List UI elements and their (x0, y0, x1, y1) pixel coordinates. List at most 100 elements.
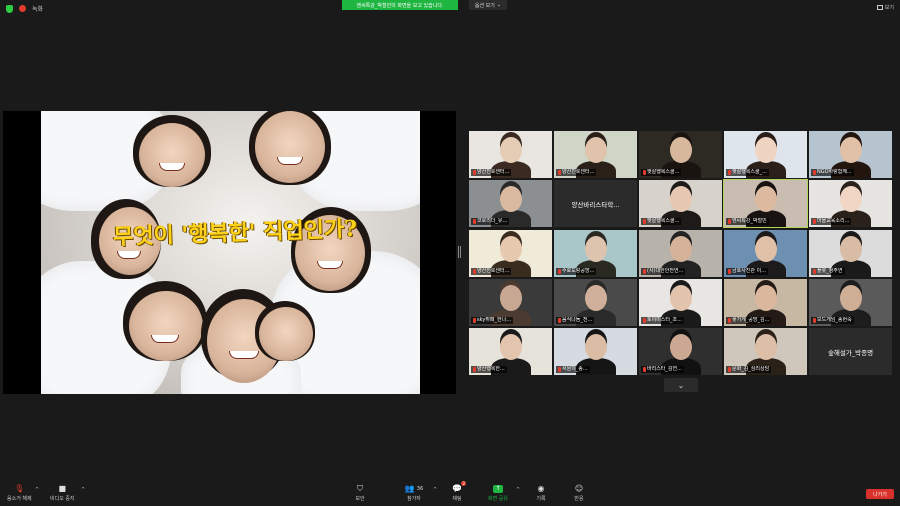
stop-video-label: 비디오 중지 (50, 496, 75, 502)
participant-video (500, 334, 522, 360)
mic-muted-icon (558, 269, 561, 274)
participant-tile[interactable]: 햇살행복스쿨_... (724, 131, 807, 178)
participant-tile[interactable]: 코로리더_유... (469, 180, 552, 227)
participant-tile[interactable]: 햇살행복스쿨... (639, 180, 722, 227)
participant-name-text: NGO하랑함께... (817, 169, 852, 175)
recording-label: 녹화 (32, 6, 44, 13)
participant-video (585, 137, 607, 163)
participants-label: 참가자 (407, 496, 421, 502)
participant-tile[interactable]: 바리스타_김연... (639, 328, 722, 375)
chat-button[interactable]: 💬 2 채팅 (452, 481, 466, 502)
participant-name: 햇살행복스쿨... (641, 169, 682, 176)
participant-name: 양산진로센터... (471, 268, 512, 275)
chat-icon: 💬 2 (452, 481, 466, 493)
participant-video (585, 334, 607, 360)
participant-name: 햇살행복스쿨_... (726, 169, 769, 176)
share-screen-button[interactable]: ↑ 화면 공유 (488, 484, 508, 502)
shield-icon[interactable] (6, 4, 13, 13)
security-button[interactable]: ⛉ 보안 (355, 483, 365, 503)
participant-name-text: 플롯_정주연 (817, 268, 843, 274)
participant-name-text: 마을교육소리... (817, 218, 850, 224)
participant-tile[interactable]: 숲해설가_박종명 (809, 328, 892, 375)
participant-video (840, 137, 862, 163)
mic-muted-icon (473, 170, 476, 175)
mic-muted-icon (813, 219, 816, 224)
participant-tile[interactable]: 양산진로센터... (469, 230, 552, 277)
gallery-scroll-down-button[interactable]: ⌄ (664, 378, 698, 392)
mic-muted-icon (643, 367, 646, 372)
mic-muted-icon (473, 318, 476, 323)
leave-button[interactable]: 나가기 (866, 489, 894, 499)
participant-video (500, 186, 522, 212)
participant-video (670, 285, 692, 311)
participant-name-text: 양산진로센터... (562, 169, 595, 175)
participant-name-text: 햇살행복스쿨... (647, 218, 680, 224)
participant-name: 토이미스터_조... (641, 317, 684, 324)
participant-video (500, 285, 522, 311)
view-toggle-button[interactable]: 보기 (876, 4, 894, 11)
gallery-view-icon (876, 5, 883, 10)
mic-muted-icon (643, 318, 646, 323)
participant-name-text: 코로리더_유... (477, 218, 508, 224)
mic-muted-icon (558, 367, 561, 372)
participant-tile[interactable]: sky뷔페_한나... (469, 279, 552, 326)
participant-tile[interactable]: (사)대한안전연... (639, 230, 722, 277)
unmute-button[interactable]: 🎙 음소거 해제 (7, 484, 32, 502)
participant-name: 보드게임_송현숙 (811, 317, 854, 324)
participant-tile[interactable]: 플롯_정주연 (809, 230, 892, 277)
participant-name-text: 양산진로센터... (477, 169, 510, 175)
participant-tile[interactable]: 양산바리스타학... (554, 180, 637, 227)
participants-button[interactable]: 👥 36 참가자 (401, 484, 427, 502)
participant-name: sky뷔페_한나... (471, 317, 513, 324)
view-options-button[interactable]: 옵션 보기 ⌄ (469, 0, 507, 10)
participant-tile[interactable]: 엔씨특강_박철민 (723, 179, 808, 228)
participant-tile[interactable]: 음식나눔_천... (554, 279, 637, 326)
participant-tile[interactable]: 수로도랑공방... (554, 230, 637, 277)
participant-tile[interactable]: 문화_김_심리상담 (724, 328, 807, 375)
participant-name: 햇살행복스쿨... (641, 218, 682, 225)
participant-tile[interactable]: 햇살행복스쿨... (639, 131, 722, 178)
participant-tile[interactable]: 서원의_송... (554, 328, 637, 375)
participant-video (500, 236, 522, 262)
recording-icon (19, 5, 26, 12)
slide-image: 무엇이 '행복한' 직업인가? (41, 111, 420, 394)
reactions-button[interactable]: ☺ 반응 (574, 484, 584, 502)
mic-muted-icon (643, 219, 646, 224)
participant-name: 꽃가게_공방_김... (726, 317, 772, 324)
participant-video (755, 236, 777, 262)
share-options-caret[interactable]: ^ (516, 487, 520, 493)
split-divider-handle[interactable] (458, 246, 461, 258)
participant-name: 엔씨특강_박철민 (726, 218, 769, 225)
security-label: 보안 (355, 496, 365, 502)
shield-icon: ⛉ (357, 483, 363, 493)
participant-tile[interactable]: NGO하랑함께... (809, 131, 892, 178)
participant-video (840, 236, 862, 262)
participant-tile[interactable]: 마을교육소리... (809, 180, 892, 227)
meeting-status: 녹화 (6, 4, 43, 13)
participants-options-caret[interactable]: ^ (433, 487, 437, 493)
mic-muted-icon (473, 219, 476, 224)
participant-tile[interactable]: 양산행복한... (469, 328, 552, 375)
participant-tile[interactable]: 보드게임_송현숙 (809, 279, 892, 326)
mic-muted-icon (728, 170, 731, 175)
video-options-caret[interactable]: ^ (81, 487, 85, 493)
participant-tile[interactable]: 토이미스터_조... (639, 279, 722, 326)
record-button[interactable]: ◉ 기록 (536, 484, 546, 502)
participant-tile[interactable]: 양산진로센터... (469, 131, 552, 178)
view-toggle-label: 보기 (884, 5, 894, 11)
unmute-label: 음소거 해제 (7, 496, 32, 502)
participant-tile[interactable]: 양산진로센터... (554, 131, 637, 178)
participant-tile[interactable]: 꽃가게_공방_김... (724, 279, 807, 326)
mic-muted-icon (728, 269, 731, 274)
audio-options-caret[interactable]: ^ (35, 487, 39, 493)
participant-name: 마을교육소리... (811, 218, 852, 225)
participant-video (670, 236, 692, 262)
participant-video (755, 285, 777, 311)
participant-name-text: 토이미스터_조... (647, 317, 682, 323)
record-label: 기록 (536, 496, 546, 502)
participant-tile[interactable]: 금호사진관 이... (724, 230, 807, 277)
participant-name-text: 양산진로센터... (477, 268, 510, 274)
participant-name-text: 문화_김_심리상담 (732, 366, 770, 372)
stop-video-button[interactable]: ■ 비디오 중지 (50, 484, 75, 502)
participant-name-text: 엔씨특강_박철민 (732, 218, 767, 224)
